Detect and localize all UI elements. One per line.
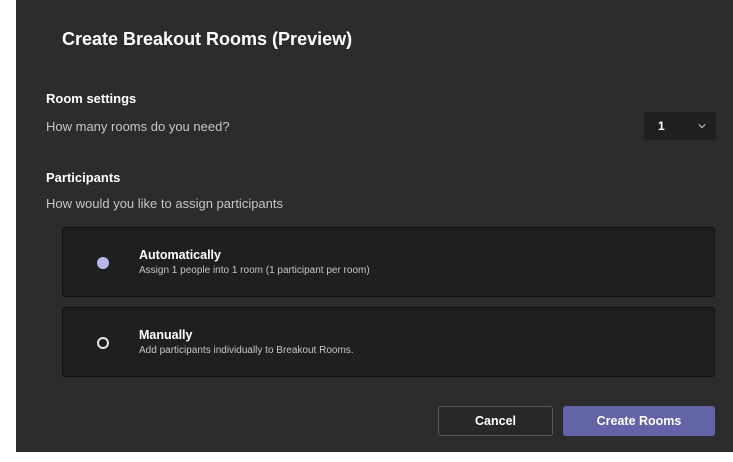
option-automatically-title: Automatically xyxy=(139,248,221,262)
radio-automatically[interactable] xyxy=(97,257,109,269)
assign-participants-question: How would you like to assign participant… xyxy=(46,196,284,211)
rooms-count-question: How many rooms do you need? xyxy=(46,119,230,134)
participants-heading: Participants xyxy=(46,170,121,185)
rooms-count-dropdown[interactable]: 1 xyxy=(644,112,716,140)
dialog-title: Create Breakout Rooms (Preview) xyxy=(62,29,353,49)
option-automatically[interactable]: Automatically Assign 1 people into 1 roo… xyxy=(62,227,715,297)
option-manually-description: Add participants individually to Breakou… xyxy=(139,345,354,356)
option-automatically-description: Assign 1 people into 1 room (1 participa… xyxy=(139,265,370,276)
option-manually[interactable]: Manually Add participants individually t… xyxy=(62,307,715,377)
cancel-button[interactable]: Cancel xyxy=(438,406,553,436)
room-settings-heading: Room settings xyxy=(46,91,137,106)
chevron-down-icon xyxy=(698,124,706,129)
option-manually-title: Manually xyxy=(139,328,193,342)
create-breakout-rooms-dialog: Create Breakout Rooms (Preview) Room set… xyxy=(16,0,733,452)
create-rooms-button[interactable]: Create Rooms xyxy=(563,406,715,436)
radio-manually[interactable] xyxy=(97,337,109,349)
rooms-count-value: 1 xyxy=(658,119,665,133)
